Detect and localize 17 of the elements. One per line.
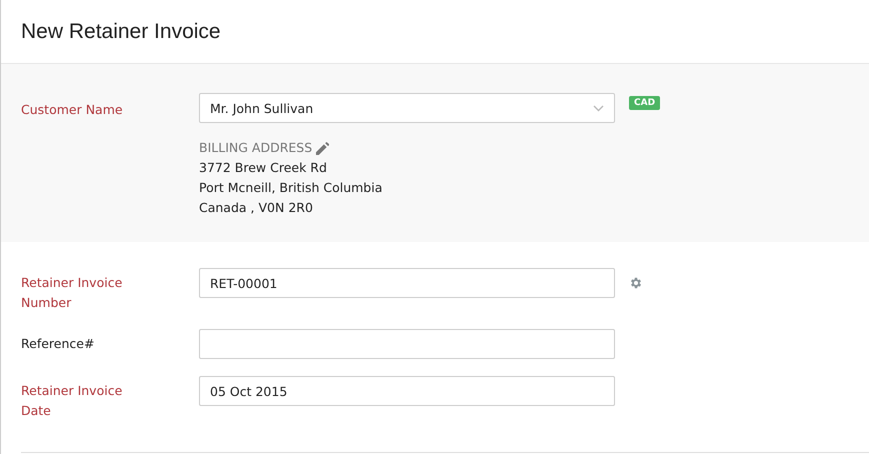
field-label: Retainer Invoice Number — [21, 274, 124, 312]
field-label: Customer Name — [21, 101, 124, 119]
input-field[interactable]: 05 Oct 2015 — [199, 376, 615, 406]
customer-select[interactable]: Mr. John Sullivan — [199, 93, 615, 123]
field-label: Reference# — [21, 335, 96, 353]
address-line: 3772 Brew Creek Rd — [199, 159, 328, 177]
address-line: Port Mcneill, British Columbia — [199, 179, 384, 197]
currency-badge: CAD — [629, 96, 660, 110]
address-line: Canada , V0N 2R0 — [199, 199, 314, 217]
chevron-down-icon — [593, 104, 604, 112]
settings-icon[interactable] — [629, 276, 643, 290]
input-field[interactable]: RET-00001 — [199, 268, 615, 298]
pencil-icon[interactable] — [316, 142, 330, 154]
page-title: New Retainer Invoice — [21, 20, 221, 44]
field-label: Retainer Invoice Date — [21, 382, 124, 420]
input-field[interactable] — [199, 329, 615, 359]
billing-address-heading: BILLING ADDRESS — [199, 139, 312, 157]
